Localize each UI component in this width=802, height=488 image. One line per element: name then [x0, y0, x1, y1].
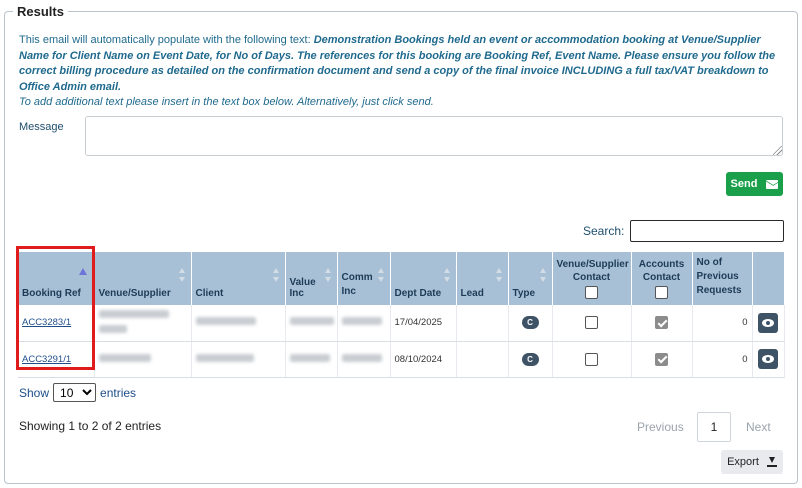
redacted-text	[289, 317, 334, 326]
col-comm-inc-label: Comm Inc	[341, 272, 373, 297]
message-label: Message	[19, 121, 64, 133]
col-venue-contact-label: Venue/Supplier Contact	[556, 259, 629, 283]
cell-prev-requests: 0	[692, 305, 753, 342]
col-venue-supplier[interactable]: Venue/Supplier	[94, 252, 192, 305]
cell-dept-date: 17/04/2025	[390, 305, 457, 342]
info-lead: This email will automatically populate w…	[19, 34, 314, 46]
accounts-contact-checkbox[interactable]	[655, 316, 668, 330]
col-value-inc-label: Value Inc	[289, 277, 316, 299]
redacted-text	[98, 309, 169, 318]
cell-value-inc	[285, 305, 338, 342]
pagination-page-1[interactable]: 1	[697, 412, 731, 442]
email-info-text: This email will automatically populate w…	[19, 33, 787, 111]
envelope-icon	[766, 179, 779, 189]
view-eye-icon[interactable]	[758, 312, 778, 333]
col-value-inc[interactable]: Value Inc	[285, 252, 338, 305]
redacted-text	[289, 353, 330, 362]
redacted-text	[341, 353, 382, 362]
venue-contact-select-all-checkbox[interactable]	[585, 286, 598, 299]
col-lead-label: Lead	[460, 288, 484, 299]
col-type[interactable]: Type	[508, 252, 553, 305]
redacted-text	[98, 353, 151, 362]
table-row: ACC3291/1 08/10/2024 C 0	[18, 341, 785, 378]
sort-icon	[272, 268, 280, 282]
cell-actions	[752, 305, 785, 342]
sort-icon	[443, 268, 451, 282]
sort-icon	[539, 268, 547, 282]
cell-venue	[94, 305, 192, 342]
col-venue-label: Venue/Supplier	[98, 288, 171, 299]
type-badge: C	[521, 352, 539, 366]
sort-icon	[324, 268, 332, 282]
cell-lead	[456, 341, 509, 378]
cell-comm-inc	[337, 341, 391, 378]
resize-grip-icon[interactable]	[773, 146, 782, 155]
page-length-control: Show 10 entries	[19, 383, 136, 402]
cell-venue-contact	[552, 341, 632, 378]
cell-type: C	[508, 305, 553, 342]
highlight-box	[16, 246, 95, 370]
cell-venue	[94, 341, 192, 378]
cell-dept-date: 08/10/2024	[390, 341, 457, 378]
info-hint: To add additional text please insert in …	[19, 96, 434, 108]
entries-label: entries	[100, 385, 137, 400]
message-textarea[interactable]	[85, 116, 783, 156]
sort-icon	[377, 268, 385, 282]
col-client-label: Client	[195, 288, 224, 299]
download-icon	[766, 457, 777, 467]
table-info-text: Showing 1 to 2 of 2 entries	[19, 419, 162, 433]
page-length-select[interactable]: 10	[53, 383, 97, 402]
redacted-text	[195, 317, 256, 326]
accounts-contact-checkbox[interactable]	[655, 352, 668, 366]
redacted-text	[98, 324, 127, 333]
cell-client	[191, 341, 286, 378]
view-eye-icon[interactable]	[758, 349, 778, 369]
cell-accounts-contact	[631, 341, 693, 378]
col-accounts-contact: Accounts Contact	[631, 252, 693, 305]
col-actions	[752, 252, 785, 305]
table-row: ACC3283/1 17/04/2025 C 0	[18, 305, 785, 342]
show-label: Show	[19, 385, 50, 400]
search-input[interactable]	[630, 220, 784, 242]
col-type-label: Type	[512, 288, 536, 299]
col-dept-date[interactable]: Dept Date	[390, 252, 457, 305]
redacted-text	[195, 353, 254, 362]
cell-client	[191, 305, 286, 342]
search-label: Search:	[583, 224, 625, 238]
col-prev-requests[interactable]: No of Previous Requests	[692, 252, 753, 305]
col-accounts-contact-label: Accounts Contact	[638, 259, 685, 283]
sort-icon	[495, 268, 503, 282]
type-badge: C	[521, 316, 539, 330]
cell-lead	[456, 305, 509, 342]
venue-contact-checkbox[interactable]	[585, 316, 598, 330]
cell-accounts-contact	[631, 305, 693, 342]
pagination-previous[interactable]: Previous	[637, 420, 684, 434]
pagination-next[interactable]: Next	[746, 420, 771, 434]
results-legend: Results	[13, 4, 68, 19]
col-prev-requests-label: No of Previous Requests	[696, 257, 742, 296]
export-button[interactable]: Export	[721, 450, 783, 474]
table-header-row: Booking Ref Venue/Supplier Client Value …	[18, 252, 785, 305]
col-dept-date-label: Dept Date	[394, 288, 442, 299]
send-button[interactable]: Send	[726, 172, 783, 196]
cell-actions	[752, 341, 785, 378]
cell-prev-requests: 0	[692, 341, 753, 378]
col-client[interactable]: Client	[191, 252, 286, 305]
send-button-label: Send	[730, 178, 758, 190]
venue-contact-checkbox[interactable]	[585, 352, 598, 366]
redacted-text	[341, 317, 382, 326]
cell-type: C	[508, 341, 553, 378]
col-lead[interactable]: Lead	[456, 252, 509, 305]
accounts-contact-select-all-checkbox[interactable]	[655, 286, 668, 299]
export-button-label: Export	[727, 456, 759, 468]
col-comm-inc[interactable]: Comm Inc	[337, 252, 391, 305]
cell-comm-inc	[337, 305, 391, 342]
col-venue-contact: Venue/Supplier Contact	[552, 252, 632, 305]
cell-value-inc	[285, 341, 338, 378]
bookings-table: Booking Ref Venue/Supplier Client Value …	[18, 252, 785, 378]
cell-venue-contact	[552, 305, 632, 342]
sort-icon	[178, 268, 186, 282]
